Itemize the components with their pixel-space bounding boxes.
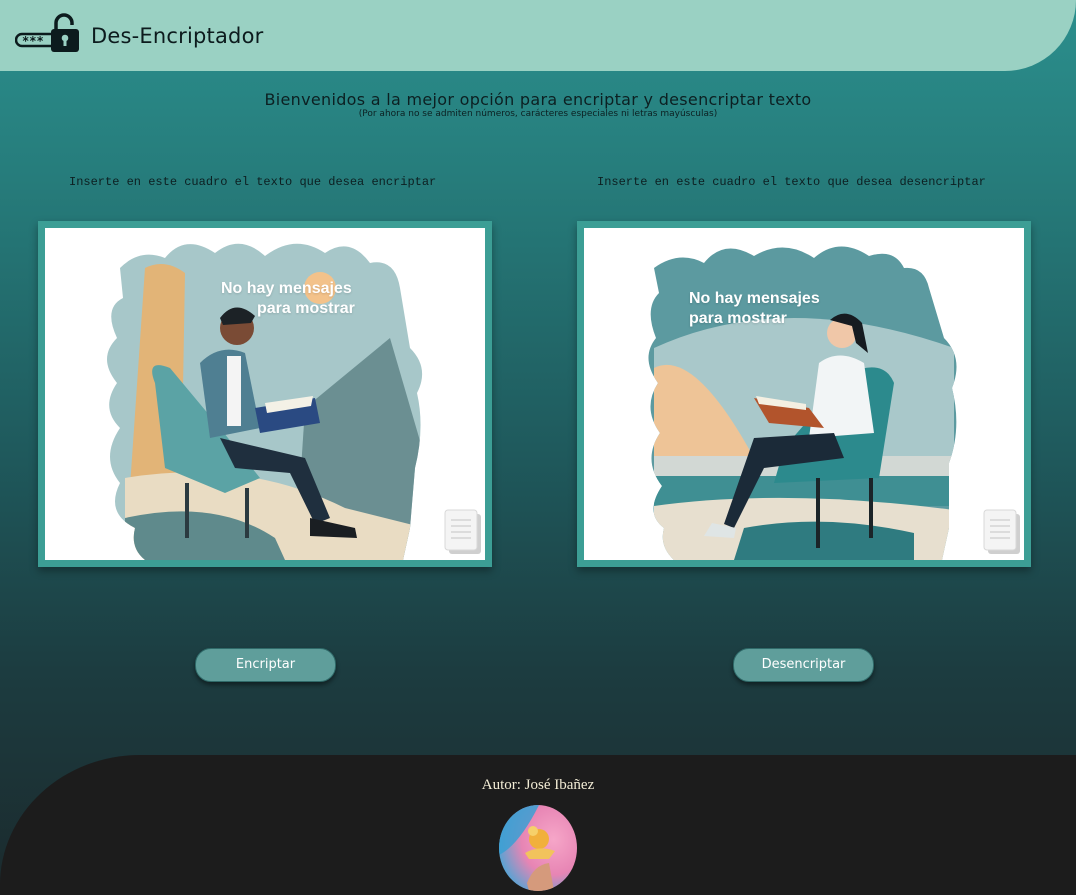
- empty-message: No hay mensajes para mostrar: [689, 289, 820, 329]
- decrypt-input[interactable]: [584, 228, 1024, 560]
- decrypt-instruction: Inserte en este cuadro el texto que dese…: [597, 175, 986, 189]
- author-credit: Autor: José Ibañez: [481, 777, 595, 793]
- app-title: Des-Encriptador: [91, 24, 264, 48]
- encrypt-input[interactable]: [45, 228, 485, 560]
- empty-message-line2: para mostrar: [257, 300, 355, 317]
- header: *** Des-Encriptador: [0, 0, 1076, 71]
- decrypt-button[interactable]: Desencriptar: [733, 648, 874, 682]
- empty-message-line2: para mostrar: [689, 310, 787, 327]
- document-stack-icon: [444, 509, 481, 554]
- empty-message-line1: No hay mensajes: [221, 280, 352, 297]
- welcome-headline: Bienvenidos a la mejor opción para encri…: [264, 90, 812, 109]
- author-avatar: [499, 805, 577, 891]
- empty-message: No hay mensajes para mostrar: [221, 279, 355, 319]
- padlock-password-icon: ***: [15, 13, 79, 52]
- welcome-note: (Por ahora no se admiten números, caráct…: [358, 109, 718, 119]
- encrypt-text-area[interactable]: No hay mensajes para mostrar: [38, 221, 492, 567]
- footer: Autor: José Ibañez: [0, 755, 1076, 895]
- encrypt-button[interactable]: Encriptar: [195, 648, 336, 682]
- empty-message-line1: No hay mensajes: [689, 290, 820, 307]
- document-stack-icon: [983, 509, 1020, 554]
- encrypt-instruction: Inserte en este cuadro el texto que dese…: [69, 175, 437, 189]
- svg-text:***: ***: [22, 34, 44, 48]
- decrypt-text-area[interactable]: No hay mensajes para mostrar: [577, 221, 1031, 567]
